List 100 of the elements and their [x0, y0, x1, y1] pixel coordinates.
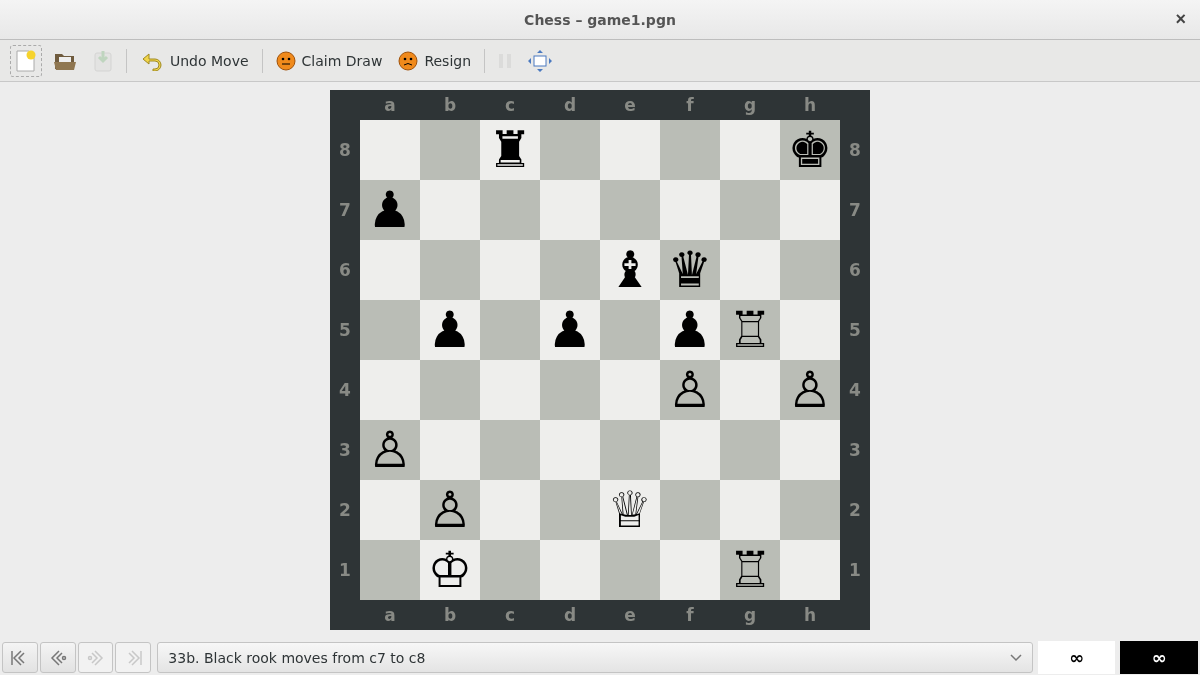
board-square[interactable] — [600, 420, 660, 480]
board-square[interactable] — [780, 300, 840, 360]
chess-piece[interactable]: ♟ — [667, 305, 713, 355]
board-square[interactable]: ♛ — [660, 240, 720, 300]
board-square[interactable] — [360, 300, 420, 360]
chess-piece[interactable]: ♙ — [787, 365, 833, 415]
rank-label: 6 — [848, 259, 862, 282]
board-square[interactable]: ♟ — [360, 180, 420, 240]
toolbar-button[interactable]: Resign — [393, 46, 477, 75]
board-square[interactable] — [420, 180, 480, 240]
board-square[interactable] — [480, 240, 540, 300]
chess-piece[interactable]: ♟ — [367, 185, 413, 235]
previous-move-button[interactable] — [39, 642, 76, 673]
board-square[interactable]: ♝ — [600, 240, 660, 300]
chess-piece[interactable]: ♙ — [667, 365, 713, 415]
board-square[interactable] — [660, 540, 720, 600]
download-icon — [93, 48, 113, 73]
board-square[interactable] — [360, 480, 420, 540]
board-square[interactable] — [780, 180, 840, 240]
chess-piece[interactable]: ♝ — [607, 245, 653, 295]
chess-piece[interactable]: ♟ — [427, 305, 473, 355]
close-button[interactable]: × — [1173, 9, 1188, 30]
board-square[interactable] — [660, 180, 720, 240]
move-dropdown[interactable]: 33b. Black rook moves from c7 to c8 — [157, 642, 1033, 673]
board-square[interactable] — [540, 480, 600, 540]
board-square[interactable] — [720, 480, 780, 540]
board-square[interactable] — [480, 300, 540, 360]
board-square[interactable] — [660, 420, 720, 480]
chess-piece[interactable]: ♛ — [667, 245, 713, 295]
chess-piece[interactable]: ♙ — [427, 485, 473, 535]
board-square[interactable] — [480, 360, 540, 420]
board-square[interactable] — [540, 180, 600, 240]
new-document-icon — [15, 48, 37, 73]
chess-piece[interactable]: ♙ — [367, 425, 413, 475]
board-square[interactable] — [600, 540, 660, 600]
board-square[interactable]: ♚ — [780, 120, 840, 180]
chess-piece[interactable]: ♕ — [607, 485, 653, 535]
board-square[interactable] — [480, 180, 540, 240]
board-square[interactable] — [720, 240, 780, 300]
board-square[interactable] — [540, 360, 600, 420]
board-square[interactable]: ♖ — [720, 300, 780, 360]
board-square[interactable]: ♙ — [420, 480, 480, 540]
board-square[interactable]: ♟ — [660, 300, 720, 360]
board-square[interactable] — [600, 360, 660, 420]
rank-label: 2 — [848, 499, 862, 522]
toolbar-button[interactable]: Undo Move — [135, 46, 254, 75]
chess-piece[interactable]: ♚ — [787, 125, 833, 175]
board-square[interactable]: ♟ — [540, 300, 600, 360]
board-square[interactable]: ♔ — [420, 540, 480, 600]
board-square[interactable] — [540, 240, 600, 300]
board-square[interactable]: ♙ — [660, 360, 720, 420]
board-square[interactable] — [720, 120, 780, 180]
new-button[interactable] — [10, 44, 42, 77]
toolbar-button[interactable]: Claim Draw — [270, 46, 388, 75]
chess-piece[interactable]: ♖ — [727, 545, 773, 595]
board-square[interactable] — [600, 120, 660, 180]
board-square[interactable] — [600, 300, 660, 360]
board-square[interactable] — [420, 420, 480, 480]
board-square[interactable] — [660, 480, 720, 540]
board-square[interactable] — [540, 540, 600, 600]
board-square[interactable] — [780, 420, 840, 480]
board-square[interactable] — [420, 120, 480, 180]
file-label: e — [623, 604, 637, 627]
file-label: b — [442, 604, 458, 627]
board-square[interactable] — [420, 240, 480, 300]
board-square[interactable]: ♕ — [600, 480, 660, 540]
board-square[interactable] — [360, 360, 420, 420]
board-square[interactable] — [540, 420, 600, 480]
chess-piece[interactable]: ♟ — [547, 305, 593, 355]
board-square[interactable]: ♟ — [420, 300, 480, 360]
board-square[interactable] — [480, 540, 540, 600]
board-square[interactable] — [540, 120, 600, 180]
board-square[interactable] — [600, 180, 660, 240]
board-square[interactable] — [780, 480, 840, 540]
chess-piece[interactable]: ♔ — [427, 545, 473, 595]
file-label: g — [742, 604, 758, 627]
player-clock: ∞ — [1037, 641, 1116, 674]
fullscreen-icon — [528, 49, 553, 72]
board-square[interactable]: ♙ — [780, 360, 840, 420]
board-square[interactable] — [720, 360, 780, 420]
rank-label: 5 — [848, 319, 862, 342]
board-square[interactable] — [780, 540, 840, 600]
chess-piece[interactable]: ♜ — [487, 125, 533, 175]
board-square[interactable] — [360, 120, 420, 180]
board-square[interactable] — [480, 480, 540, 540]
board-square[interactable] — [480, 420, 540, 480]
board-square[interactable]: ♙ — [360, 420, 420, 480]
file-label: a — [383, 604, 397, 627]
first-move-button[interactable] — [2, 642, 38, 673]
board-square[interactable] — [420, 360, 480, 420]
board-square[interactable] — [660, 120, 720, 180]
board-square[interactable] — [780, 240, 840, 300]
chevron-down-icon — [1009, 653, 1022, 662]
board-square[interactable] — [720, 180, 780, 240]
board-square[interactable] — [720, 420, 780, 480]
board-square[interactable]: ♜ — [480, 120, 540, 180]
board-square[interactable]: ♖ — [720, 540, 780, 600]
board-square[interactable] — [360, 240, 420, 300]
board-square[interactable] — [360, 540, 420, 600]
chess-piece[interactable]: ♖ — [727, 305, 773, 355]
